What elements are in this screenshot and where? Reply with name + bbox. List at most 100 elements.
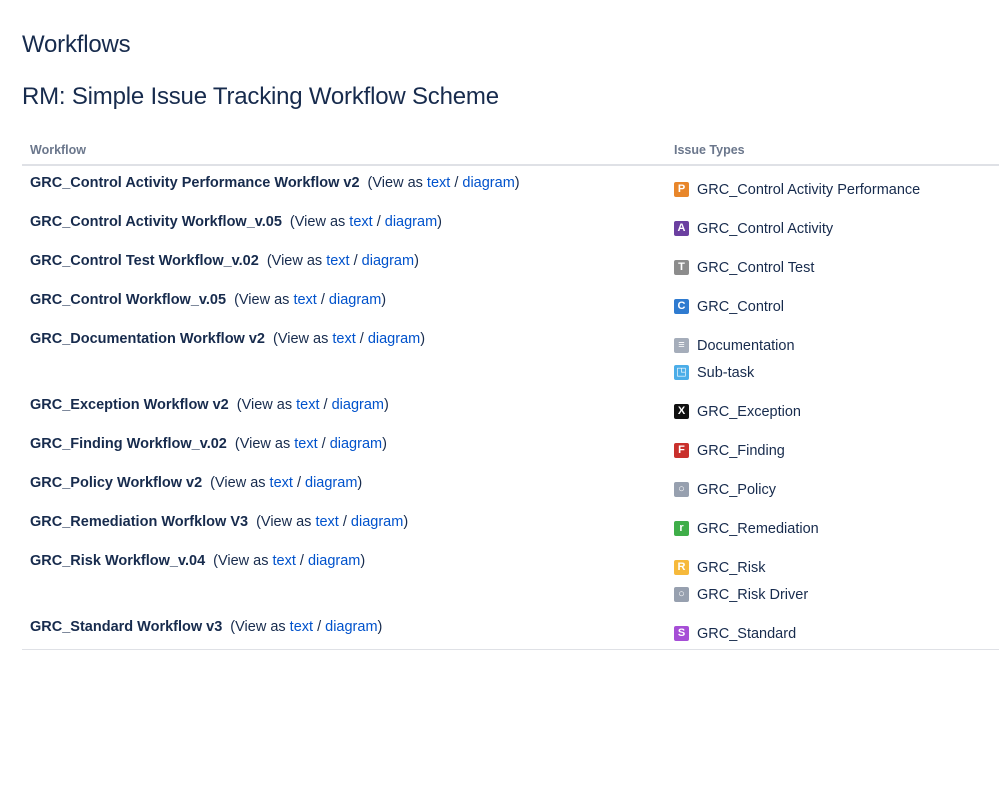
issue-type-label: GRC_Policy — [697, 481, 776, 498]
issue-type-item: ○ GRC_Policy — [674, 480, 991, 499]
view-as-group: (View as text / diagram) — [210, 475, 362, 491]
view-as-text-link[interactable]: text — [427, 175, 450, 191]
letter-r-icon: R — [674, 560, 689, 575]
cross-x-icon: X — [674, 404, 689, 419]
view-as-prefix: (View as — [289, 214, 346, 230]
view-as-prefix: (View as — [230, 619, 286, 635]
issue-type-item: ◳ Sub-task — [674, 363, 991, 382]
view-as-text-link[interactable]: text — [296, 397, 319, 413]
issue-type-label: GRC_Remediation — [697, 520, 819, 537]
close-paren: ) — [383, 397, 389, 413]
workflow-cell: GRC_Finding Workflow_v.02 (View as text /… — [22, 427, 666, 466]
view-as-diagram-link[interactable]: diagram — [325, 619, 377, 635]
view-as-prefix: (View as — [367, 175, 423, 191]
issue-type-label: GRC_Control Test — [697, 259, 815, 276]
workflow-name: GRC_Documentation Workflow v2 — [30, 331, 265, 347]
table-row: GRC_Control Activity Performance Workflo… — [22, 165, 999, 205]
letter-p-icon: P — [674, 182, 689, 197]
issue-type-label: Sub-task — [697, 364, 755, 381]
link-separator: / — [320, 292, 325, 308]
view-as-group: (View as text / diagram) — [256, 514, 408, 530]
issue-type-label: GRC_Exception — [697, 403, 801, 420]
view-as-diagram-link[interactable]: diagram — [305, 475, 357, 491]
view-as-text-link[interactable]: text — [270, 475, 293, 491]
issue-type-item: T GRC_Control Test — [674, 258, 991, 277]
workflow-name: GRC_Policy Workflow v2 — [30, 475, 203, 491]
view-as-diagram-link[interactable]: diagram — [362, 253, 414, 269]
link-separator: / — [296, 475, 301, 491]
view-as-text-link[interactable]: text — [294, 436, 317, 452]
circle-dot-icon: ○ — [674, 587, 689, 602]
issue-type-item: R GRC_Risk — [674, 558, 991, 577]
close-paren: ) — [514, 175, 520, 191]
link-separator: / — [376, 214, 381, 230]
link-separator: / — [359, 331, 364, 347]
workflow-name: GRC_Control Activity Workflow_v.05 — [30, 214, 282, 230]
view-as-diagram-link[interactable]: diagram — [368, 331, 420, 347]
view-as-diagram-link[interactable]: diagram — [329, 292, 381, 308]
close-paren: ) — [360, 553, 366, 569]
issue-type-item: ○ GRC_Risk Driver — [674, 585, 991, 604]
letter-t-icon: T — [674, 260, 689, 275]
close-paren: ) — [403, 514, 409, 530]
view-as-text-link[interactable]: text — [332, 331, 355, 347]
view-as-text-link[interactable]: text — [326, 253, 349, 269]
table-row: GRC_Documentation Workflow v2 (View as te… — [22, 322, 999, 388]
table-row: GRC_Remediation Worfklow V3 (View as text… — [22, 505, 999, 544]
view-as-group: (View as text / diagram) — [273, 331, 425, 347]
issue-type-item: S GRC_Standard — [674, 624, 991, 643]
view-as-diagram-link[interactable]: diagram — [308, 553, 360, 569]
issue-types-cell: A GRC_Control Activity — [666, 205, 999, 244]
view-as-text-link[interactable]: text — [349, 214, 372, 230]
issue-type-label: GRC_Risk Driver — [697, 586, 809, 603]
view-as-diagram-link[interactable]: diagram — [385, 214, 437, 230]
issue-type-label: GRC_Standard — [697, 625, 797, 642]
link-separator: / — [299, 553, 304, 569]
workflow-column-header: Workflow — [22, 136, 666, 166]
link-separator: / — [353, 253, 358, 269]
scheme-title: RM: Simple Issue Tracking Workflow Schem… — [22, 83, 499, 110]
view-as-diagram-link[interactable]: diagram — [332, 397, 384, 413]
close-paren: ) — [437, 214, 442, 230]
workflow-cell: GRC_Control Test Workflow_v.02 (View as t… — [22, 244, 666, 283]
workflow-name: GRC_Finding Workflow_v.02 — [30, 436, 227, 452]
view-as-prefix: (View as — [234, 436, 291, 452]
table-row: GRC_Standard Workflow v3 (View as text / … — [22, 610, 999, 650]
issue-type-item: P GRC_Control Activity Performance — [674, 180, 991, 199]
issue-type-label: Documentation — [697, 337, 795, 354]
issue-type-label: GRC_Finding — [697, 442, 785, 459]
view-as-text-link[interactable]: text — [290, 619, 313, 635]
view-as-diagram-link[interactable]: diagram — [330, 436, 382, 452]
letter-s-icon: S — [674, 626, 689, 641]
view-as-prefix: (View as — [210, 475, 266, 491]
issue-type-label: GRC_Control Activity — [697, 220, 834, 237]
close-paren: ) — [381, 292, 387, 308]
issue-type-item: F GRC_Finding — [674, 441, 991, 460]
view-as-text-link[interactable]: text — [315, 514, 338, 530]
table-row: GRC_Risk Workflow_v.04 (View as text / di… — [22, 544, 999, 610]
table-row: GRC_Control Test Workflow_v.02 (View as t… — [22, 244, 999, 283]
link-separator: / — [342, 514, 347, 530]
view-as-diagram-link[interactable]: diagram — [462, 175, 514, 191]
workflow-name: GRC_Control Workflow_v.05 — [30, 292, 227, 308]
table-row: GRC_Exception Workflow v2 (View as text /… — [22, 388, 999, 427]
view-as-text-link[interactable]: text — [273, 553, 296, 569]
view-as-text-link[interactable]: text — [293, 292, 316, 308]
issue-types-cell: T GRC_Control Test — [666, 244, 999, 283]
table-row: GRC_Finding Workflow_v.02 (View as text /… — [22, 427, 999, 466]
issue-types-cell: S GRC_Standard — [666, 610, 999, 650]
workflow-name: GRC_Control Test Workflow_v.02 — [30, 253, 259, 269]
issue-types-cell: F GRC_Finding — [666, 427, 999, 466]
link-separator: / — [317, 619, 322, 635]
view-as-prefix: (View as — [236, 397, 293, 413]
view-as-diagram-link[interactable]: diagram — [351, 514, 403, 530]
issue-types-cell: r GRC_Remediation — [666, 505, 999, 544]
letter-a-icon: A — [674, 221, 689, 236]
close-paren: ) — [420, 331, 426, 347]
close-paren: ) — [382, 436, 387, 452]
workflow-cell: GRC_Policy Workflow v2 (View as text / di… — [22, 466, 666, 505]
workflow-table: Workflow Issue Types GRC_Control Activit… — [22, 136, 999, 650]
close-paren: ) — [414, 253, 419, 269]
view-as-group: (View as text / diagram) — [237, 397, 389, 413]
link-separator: / — [454, 175, 459, 191]
